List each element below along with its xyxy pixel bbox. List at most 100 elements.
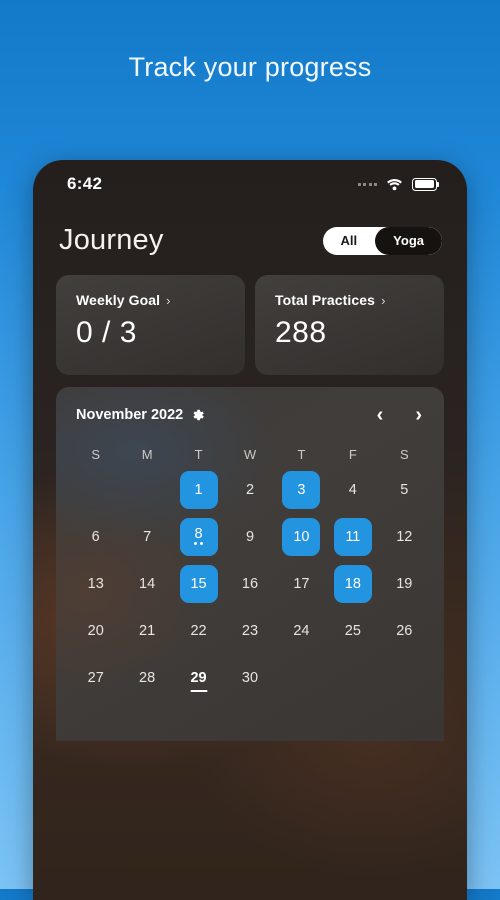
calendar-day-cell[interactable]: 15 bbox=[173, 565, 224, 603]
calendar-day[interactable]: 19 bbox=[385, 565, 423, 603]
calendar-day-cell[interactable]: 3 bbox=[276, 471, 327, 509]
calendar-day-cell[interactable]: 29 bbox=[173, 659, 224, 697]
calendar-day-number: 21 bbox=[139, 622, 156, 639]
calendar-day[interactable]: 20 bbox=[77, 612, 115, 650]
calendar-day-cell[interactable]: 26 bbox=[379, 612, 430, 650]
calendar-day[interactable]: 6 bbox=[77, 518, 115, 556]
calendar-day-cell bbox=[70, 471, 121, 509]
calendar-day-cell[interactable]: 17 bbox=[276, 565, 327, 603]
filter-segmented-control[interactable]: All Yoga bbox=[322, 226, 442, 255]
calendar-day-number: 17 bbox=[293, 575, 310, 592]
calendar-day-today[interactable]: 29 bbox=[180, 659, 218, 697]
total-practices-label: Total Practices bbox=[275, 292, 376, 308]
calendar-day-cell[interactable]: 13 bbox=[70, 565, 121, 603]
calendar-day-cell[interactable]: 18 bbox=[327, 565, 378, 603]
calendar-day[interactable]: 16 bbox=[231, 565, 269, 603]
calendar-day[interactable]: 7 bbox=[128, 518, 166, 556]
calendar-header: November 2022 ‹ › bbox=[56, 405, 444, 425]
calendar-day-marked[interactable]: 3 bbox=[282, 471, 321, 509]
calendar-day-cell[interactable]: 12 bbox=[379, 518, 430, 556]
phone-mockup: 6:42 Journey All Yoga Weekly Goal › 0 / … bbox=[33, 160, 467, 900]
calendar-day-cell[interactable]: 4 bbox=[327, 471, 378, 509]
segment-all[interactable]: All bbox=[323, 227, 376, 255]
calendar-day-cell[interactable]: 7 bbox=[121, 518, 172, 556]
calendar-day-number: 7 bbox=[143, 528, 152, 545]
gear-icon[interactable] bbox=[191, 408, 205, 422]
calendar-day-marked[interactable]: 15 bbox=[179, 565, 218, 603]
calendar-day[interactable]: 23 bbox=[231, 612, 269, 650]
chevron-left-icon[interactable]: ‹ bbox=[377, 405, 384, 425]
calendar-day-cell[interactable]: 8 bbox=[173, 518, 224, 556]
calendar-day[interactable]: 12 bbox=[385, 518, 423, 556]
calendar-day-cell[interactable]: 30 bbox=[224, 659, 275, 697]
total-practices-card[interactable]: Total Practices › 288 bbox=[255, 275, 444, 375]
calendar-day-cell[interactable]: 1 bbox=[173, 471, 224, 509]
calendar-day-cell[interactable]: 9 bbox=[224, 518, 275, 556]
calendar-day-number: 13 bbox=[87, 575, 104, 592]
weekday-label: S bbox=[399, 447, 409, 462]
calendar-day-number: 19 bbox=[396, 575, 413, 592]
calendar-day[interactable]: 14 bbox=[128, 565, 166, 603]
segment-yoga[interactable]: Yoga bbox=[375, 226, 442, 255]
page-title: Journey bbox=[59, 224, 164, 256]
calendar-day-cell bbox=[379, 659, 430, 697]
calendar-day[interactable]: 17 bbox=[282, 565, 320, 603]
calendar-day-cell[interactable]: 27 bbox=[70, 659, 121, 697]
calendar-day-cell[interactable]: 19 bbox=[379, 565, 430, 603]
page-headline: Track your progress bbox=[128, 52, 372, 82]
calendar-day-cell[interactable]: 10 bbox=[276, 518, 327, 556]
calendar-day-number: 27 bbox=[87, 669, 104, 686]
calendar-day[interactable]: 30 bbox=[231, 659, 269, 697]
calendar-day-cell[interactable]: 14 bbox=[121, 565, 172, 603]
calendar-day[interactable]: 2 bbox=[231, 471, 269, 509]
calendar-day-number: 28 bbox=[139, 669, 156, 686]
status-indicators bbox=[357, 177, 440, 191]
calendar-day[interactable]: 5 bbox=[385, 471, 423, 509]
calendar-day-marked[interactable]: 10 bbox=[282, 518, 321, 556]
calendar-day-number: 23 bbox=[241, 622, 259, 639]
calendar-day-cell[interactable]: 2 bbox=[224, 471, 275, 509]
calendar-day-cell[interactable]: 22 bbox=[173, 612, 224, 650]
status-time: 6:42 bbox=[67, 174, 103, 193]
calendar-day-cell[interactable]: 6 bbox=[70, 518, 121, 556]
calendar-day-cell[interactable]: 11 bbox=[327, 518, 378, 556]
calendar-day[interactable]: 28 bbox=[128, 659, 166, 697]
calendar-day-number: 4 bbox=[348, 481, 357, 498]
calendar-day-cell[interactable]: 25 bbox=[327, 612, 378, 650]
chevron-right-icon: › bbox=[381, 292, 386, 308]
calendar-day-cell[interactable]: 21 bbox=[121, 612, 172, 650]
calendar-day-number: 12 bbox=[396, 528, 413, 545]
calendar-day[interactable]: 25 bbox=[334, 612, 372, 650]
calendar-day-marked[interactable]: 18 bbox=[333, 565, 372, 603]
calendar-week-row: 1 2 3 4 5 bbox=[56, 471, 444, 509]
calendar-day-cell[interactable]: 28 bbox=[121, 659, 172, 697]
calendar-day-cell[interactable]: 16 bbox=[224, 565, 275, 603]
calendar-day[interactable]: 24 bbox=[282, 612, 320, 650]
calendar-day-number: 22 bbox=[190, 622, 207, 639]
calendar-day-marked[interactable]: 11 bbox=[333, 518, 372, 556]
calendar-day-marked[interactable]: 1 bbox=[179, 471, 218, 509]
calendar-day[interactable]: 26 bbox=[385, 612, 423, 650]
calendar-day-number: 24 bbox=[293, 622, 310, 639]
calendar-day[interactable]: 13 bbox=[77, 565, 115, 603]
weekly-goal-card[interactable]: Weekly Goal › 0 / 3 bbox=[56, 275, 245, 375]
calendar-day-number: 10 bbox=[293, 528, 310, 545]
calendar-day[interactable]: 27 bbox=[77, 659, 115, 697]
calendar-day[interactable]: 21 bbox=[128, 612, 166, 650]
calendar-day-cell[interactable]: 24 bbox=[276, 612, 327, 650]
calendar-day[interactable]: 22 bbox=[180, 612, 218, 650]
calendar-day[interactable]: 9 bbox=[231, 518, 269, 556]
weekly-goal-label: Weekly Goal bbox=[76, 292, 161, 308]
calendar-day-marked[interactable]: 8 bbox=[179, 518, 218, 556]
calendar-day-cell[interactable]: 5 bbox=[379, 471, 430, 509]
calendar-day-cell bbox=[121, 471, 172, 509]
chevron-right-icon[interactable]: › bbox=[415, 405, 422, 425]
signal-dots-icon bbox=[357, 182, 377, 186]
calendar-day-cell[interactable]: 23 bbox=[224, 612, 275, 650]
calendar-day-number: 1 bbox=[194, 481, 203, 498]
calendar-day-cell[interactable]: 20 bbox=[70, 612, 121, 650]
calendar-day-cell bbox=[276, 659, 327, 697]
calendar-day[interactable]: 4 bbox=[334, 471, 372, 509]
calendar-panel: November 2022 ‹ › S M T W T F S 12 3 4 5… bbox=[56, 387, 444, 741]
calendar-day-number: 3 bbox=[297, 481, 306, 498]
